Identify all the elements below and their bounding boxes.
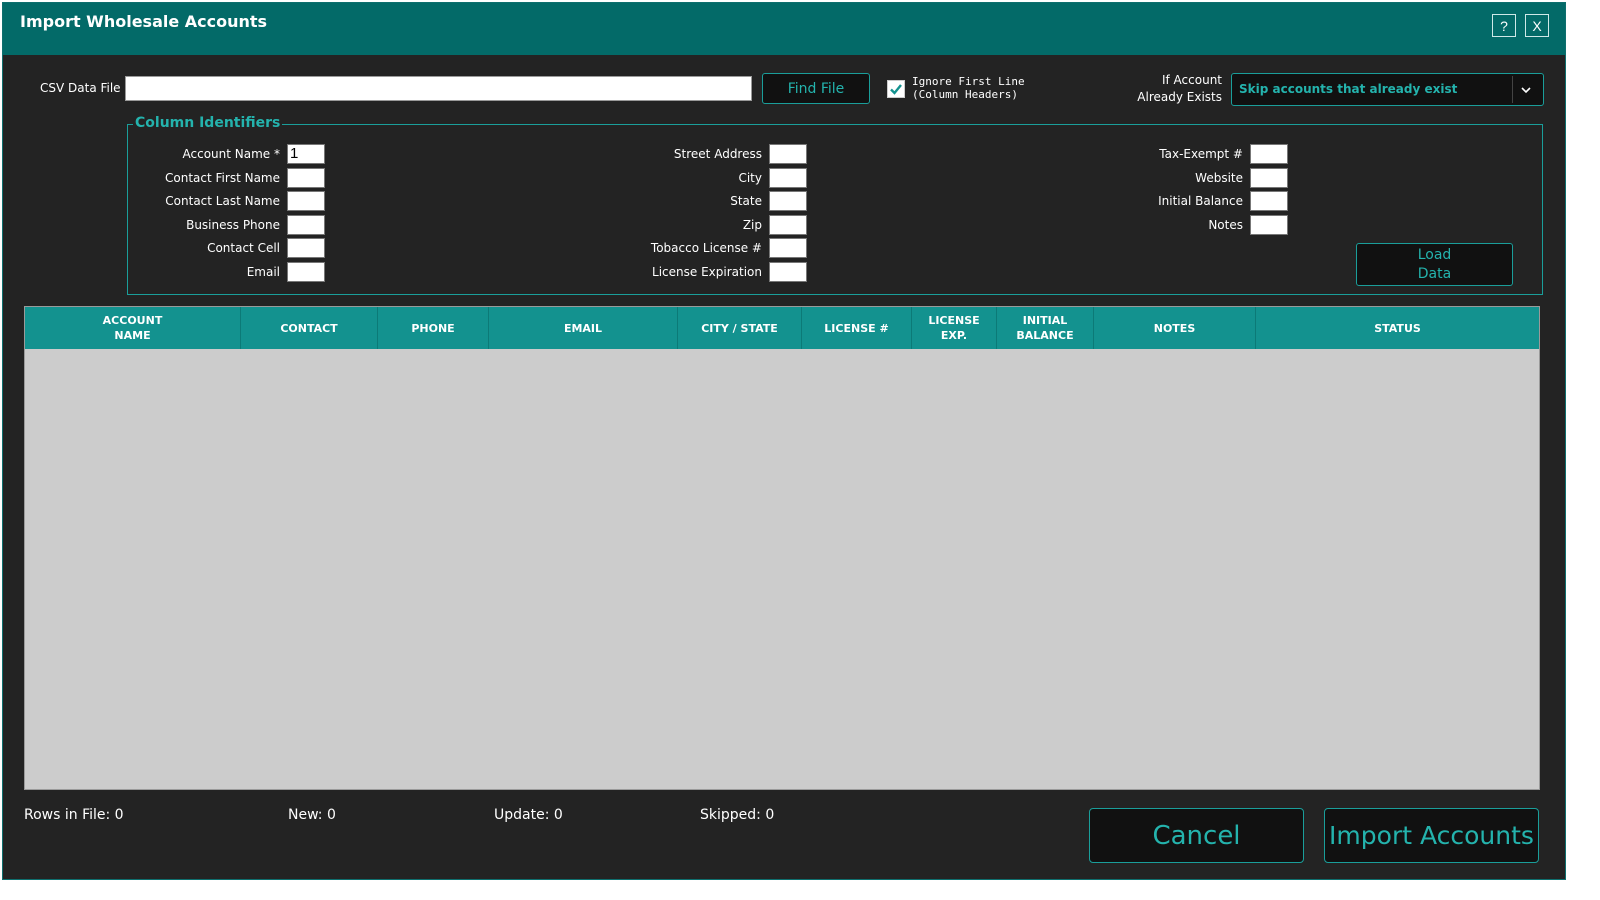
email-label: Email: [246, 265, 280, 279]
rows-in-file-count: Rows in File: 0: [24, 807, 124, 823]
contact-last-name-input[interactable]: [287, 191, 325, 211]
column-header-license[interactable]: LICENSE #: [802, 307, 912, 349]
column-header-city-state[interactable]: CITY / STATE: [678, 307, 802, 349]
tobacco-license-input[interactable]: [769, 238, 807, 258]
column-header-license-exp[interactable]: LICENSE EXP.: [912, 307, 997, 349]
city-input[interactable]: [769, 168, 807, 188]
load-data-button[interactable]: Load Data: [1356, 243, 1513, 286]
column-header-notes[interactable]: NOTES: [1094, 307, 1256, 349]
column-header-initial-balance[interactable]: INITIAL BALANCE: [997, 307, 1094, 349]
column-header-status[interactable]: STATUS: [1256, 307, 1539, 349]
column-identifiers-group: [127, 124, 1543, 295]
business-phone-input[interactable]: [287, 215, 325, 235]
column-header-account-name[interactable]: ACCOUNT NAME: [25, 307, 241, 349]
column-header-contact[interactable]: CONTACT: [241, 307, 378, 349]
ignore-first-line-label: Ignore First Line (Column Headers): [912, 75, 1025, 101]
contact-first-name-input[interactable]: [287, 168, 325, 188]
license-expiration-label: License Expiration: [652, 265, 762, 279]
checkmark-icon: [890, 84, 902, 95]
help-button[interactable]: ?: [1492, 14, 1516, 37]
contact-last-name-label: Contact Last Name: [165, 194, 280, 208]
tax-exempt-input[interactable]: [1250, 144, 1288, 164]
notes-label: Notes: [1208, 218, 1243, 232]
close-button[interactable]: X: [1525, 14, 1549, 37]
column-header-email[interactable]: EMAIL: [489, 307, 678, 349]
tobacco-license-label: Tobacco License #: [650, 241, 762, 255]
street-address-input[interactable]: [769, 144, 807, 164]
update-count: Update: 0: [494, 807, 563, 823]
zip-label: Zip: [742, 218, 762, 232]
title-bar: Import Wholesale Accounts ? X: [3, 3, 1565, 55]
column-header-phone[interactable]: PHONE: [378, 307, 489, 349]
tax-exempt-label: Tax-Exempt #: [1159, 147, 1243, 161]
new-count: New: 0: [288, 807, 336, 823]
zip-input[interactable]: [769, 215, 807, 235]
if-exists-label: If Account Already Exists: [1137, 73, 1222, 104]
cancel-button[interactable]: Cancel: [1089, 808, 1304, 863]
account-name-label: Account Name *: [182, 147, 280, 161]
find-file-button[interactable]: Find File: [762, 73, 870, 104]
contact-cell-input[interactable]: [287, 238, 325, 258]
accounts-grid[interactable]: ACCOUNT NAME CONTACT PHONE EMAIL CITY / S…: [24, 306, 1540, 790]
if-exists-selected-value: Skip accounts that already exist: [1239, 82, 1458, 96]
column-identifiers-title: Column Identifiers: [133, 115, 283, 131]
business-phone-label: Business Phone: [186, 218, 280, 232]
website-label: Website: [1195, 171, 1243, 185]
initial-balance-input[interactable]: [1250, 191, 1288, 211]
initial-balance-label: Initial Balance: [1158, 194, 1243, 208]
website-input[interactable]: [1250, 168, 1288, 188]
street-address-label: Street Address: [673, 147, 762, 161]
csv-file-label: CSV Data File: [40, 81, 121, 95]
email-input[interactable]: [287, 262, 325, 282]
import-accounts-button[interactable]: Import Accounts: [1324, 808, 1539, 863]
notes-input[interactable]: [1250, 215, 1288, 235]
state-label: State: [730, 194, 762, 208]
contact-first-name-label: Contact First Name: [165, 171, 280, 185]
account-name-input[interactable]: 1: [287, 144, 325, 164]
contact-cell-label: Contact Cell: [207, 241, 280, 255]
if-exists-select[interactable]: Skip accounts that already exist: [1231, 73, 1544, 106]
city-label: City: [738, 171, 762, 185]
license-expiration-input[interactable]: [769, 262, 807, 282]
grid-header: ACCOUNT NAME CONTACT PHONE EMAIL CITY / S…: [25, 307, 1539, 349]
ignore-first-line-checkbox[interactable]: [887, 80, 905, 98]
window-title: Import Wholesale Accounts: [20, 12, 268, 31]
state-input[interactable]: [769, 191, 807, 211]
csv-file-input[interactable]: [125, 76, 752, 101]
skipped-count: Skipped: 0: [700, 807, 775, 823]
chevron-down-icon: [1521, 87, 1531, 94]
